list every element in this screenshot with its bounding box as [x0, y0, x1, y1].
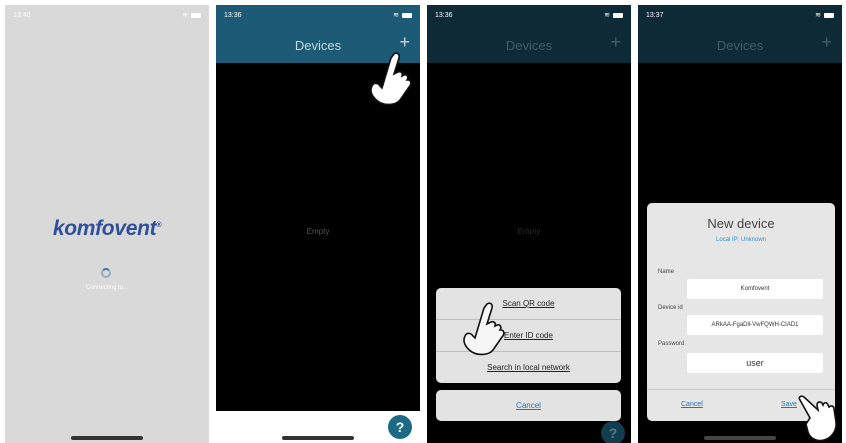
battery-icon [191, 12, 201, 18]
device-id-label: Device id [658, 305, 683, 311]
help-button[interactable]: ? [388, 415, 412, 439]
empty-state-text: Empty [306, 227, 330, 236]
help-button[interactable]: ? [601, 421, 625, 443]
add-device-sheet-screen: 13:36 ≋ Devices + Empty Scan QR code Ent… [427, 5, 631, 443]
add-device-button[interactable]: + [399, 33, 410, 51]
tap-hand-icon [370, 52, 412, 106]
loading-spinner-icon [101, 268, 111, 278]
nav-bar: 13:36 ≋ Devices + [427, 5, 631, 63]
add-device-button[interactable]: + [610, 33, 621, 51]
status-icons: ≋ [393, 11, 412, 19]
wifi-icon: ≋ [604, 12, 610, 19]
splash-screen: 13:40 ≋ komfovent® Connecting to... [5, 5, 209, 443]
status-time: 13:36 [435, 11, 453, 19]
status-icons: ≋ [182, 11, 201, 19]
page-title: Devices [716, 38, 764, 53]
new-device-dialog: New device Local IP: Unknown Name Komfov… [647, 203, 835, 421]
wifi-icon: ≋ [815, 12, 821, 19]
tap-hand-icon [463, 302, 505, 356]
wifi-icon: ≋ [393, 12, 399, 19]
dialog-divider [647, 389, 835, 390]
name-field[interactable]: Komfovent [687, 279, 823, 299]
local-ip-text: Local IP: Unknown [715, 237, 767, 243]
home-indicator [282, 436, 354, 440]
name-label: Name [658, 269, 675, 275]
status-time: 13:37 [646, 11, 664, 19]
connecting-text: Connecting to... [85, 285, 129, 291]
devices-screen: 13:36 ≋ Devices + Empty ? [216, 5, 420, 443]
password-label: Password [658, 341, 685, 347]
status-bar: 13:36 ≋ [216, 5, 420, 25]
komfovent-logo: komfovent® [52, 217, 162, 240]
status-icons: ≋ [604, 11, 623, 19]
status-bar: 13:37 ≋ [638, 5, 842, 25]
status-bar: 13:36 ≋ [427, 5, 631, 25]
status-time: 13:36 [224, 11, 242, 19]
home-indicator [704, 436, 776, 440]
cancel-button[interactable]: Cancel [436, 390, 621, 421]
status-time: 13:40 [13, 11, 31, 19]
home-indicator [71, 436, 143, 440]
save-button[interactable]: Save [781, 401, 797, 408]
status-icons: ≋ [815, 11, 834, 19]
cancel-button[interactable]: Cancel [681, 401, 703, 408]
nav-bar: 13:37 ≋ Devices + [638, 5, 842, 63]
new-device-screen: 13:37 ≋ Devices + New device Local IP: U… [638, 5, 842, 443]
footer-bar: ? [216, 411, 420, 443]
page-title: Devices [505, 38, 553, 53]
add-device-button[interactable]: + [821, 33, 832, 51]
empty-state-text: Empty [517, 227, 541, 236]
tap-hand-icon [798, 395, 837, 442]
dialog-title: New device [707, 216, 775, 231]
battery-icon [402, 12, 412, 18]
battery-icon [613, 12, 623, 18]
device-id-field[interactable]: ARkAA-FgaDll-VwFQWH-CIAD1 [687, 315, 823, 335]
wifi-icon: ≋ [182, 12, 188, 19]
battery-icon [824, 12, 834, 18]
password-field[interactable]: user [687, 353, 823, 373]
status-bar: 13:40 ≋ [5, 5, 209, 25]
